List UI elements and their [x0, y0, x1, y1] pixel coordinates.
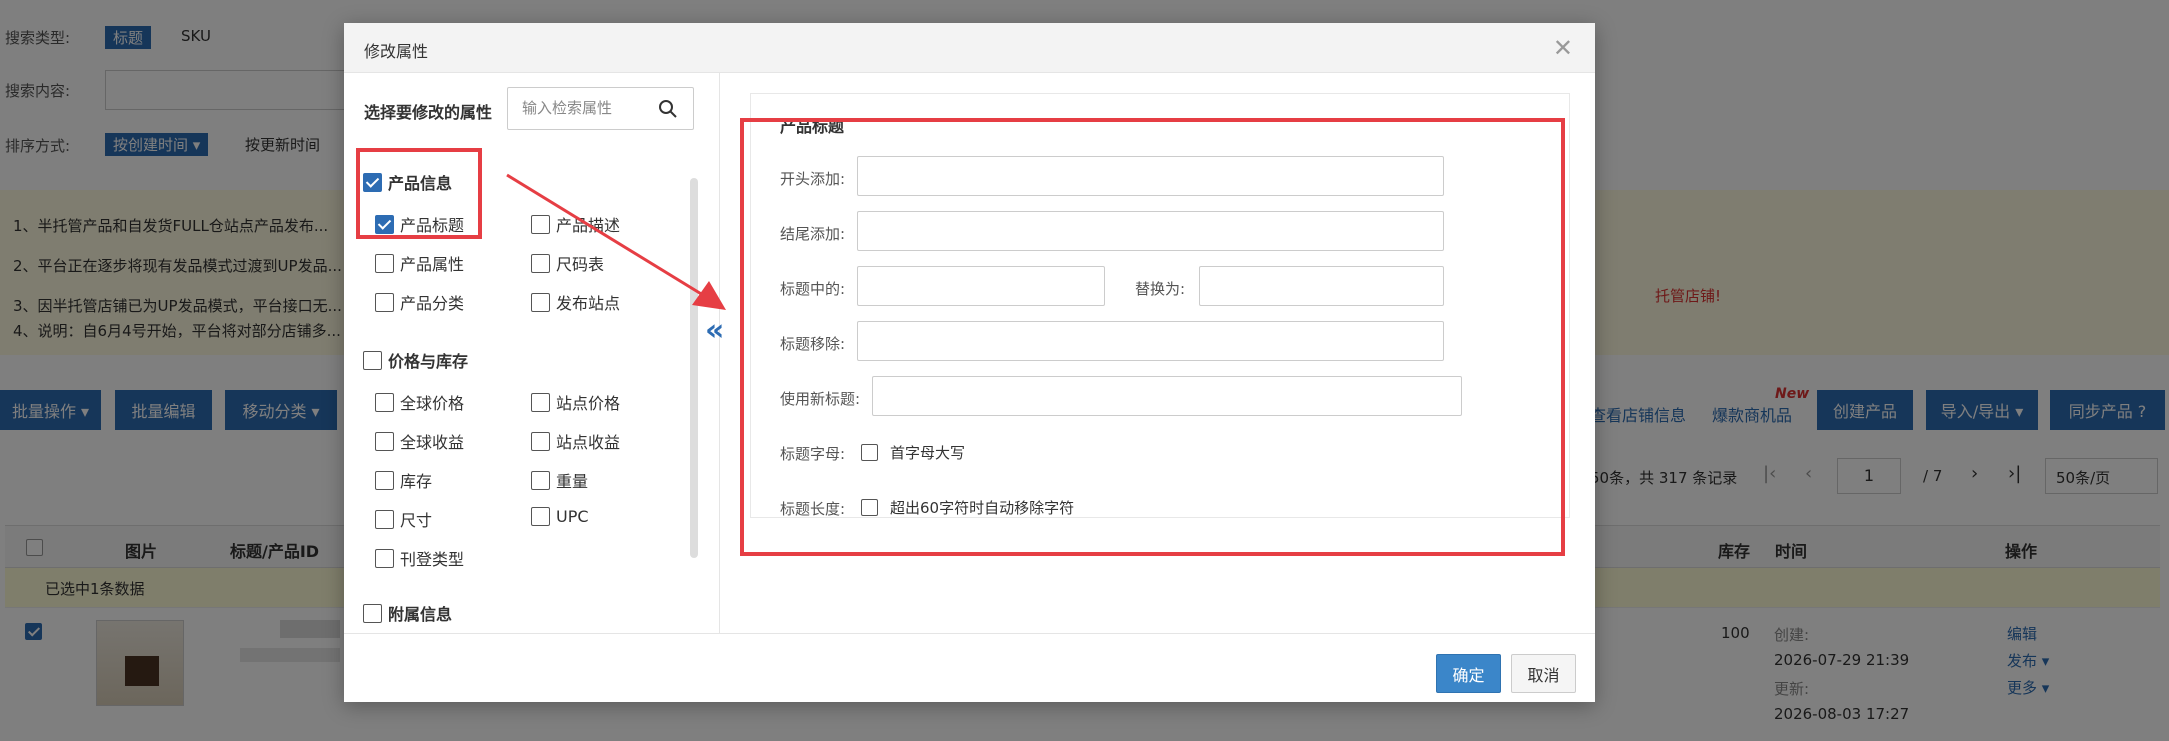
attribute-item-checkbox[interactable]: [375, 253, 394, 273]
attribute-item[interactable]: 重量: [531, 468, 588, 492]
attribute-item-label: 产品属性: [400, 255, 465, 274]
attribute-item[interactable]: 库存: [375, 468, 432, 492]
attribute-item-checkbox[interactable]: [531, 431, 550, 451]
attribute-item[interactable]: 尺码表: [531, 251, 604, 275]
attribute-item-checkbox[interactable]: [531, 214, 550, 234]
attribute-item-checkbox[interactable]: [375, 470, 394, 490]
attribute-group-label: 价格与库存: [388, 352, 469, 371]
highlight-box-product-info: [356, 148, 482, 239]
attribute-item-label: 库存: [400, 472, 433, 491]
attribute-item-checkbox[interactable]: [375, 431, 394, 451]
attribute-list-scrollbar[interactable]: [690, 178, 698, 558]
attribute-editor-pane: « 产品标题 开头添加: 结尾添加: 标题中的: 替换为: 标题移除: 使用新标…: [705, 73, 1595, 633]
attribute-group-checkbox[interactable]: [363, 350, 382, 370]
attribute-item-label: 全球价格: [400, 394, 465, 413]
attribute-search: [507, 87, 694, 130]
attribute-item[interactable]: 发布站点: [531, 290, 620, 314]
attribute-item-label: 站点收益: [556, 433, 621, 452]
attribute-item[interactable]: UPC: [531, 507, 589, 526]
attribute-item[interactable]: 站点收益: [531, 429, 620, 453]
attribute-group-checkbox[interactable]: [363, 603, 382, 623]
attribute-item-checkbox[interactable]: [531, 253, 550, 273]
attribute-item-checkbox[interactable]: [375, 292, 394, 312]
confirm-button[interactable]: 确定: [1436, 654, 1501, 693]
edit-attributes-modal: 修改属性 ✕ 选择要修改的属性 产品信息产品标题产品描述产品属性尺码表产品分类发…: [344, 23, 1595, 702]
attribute-item-checkbox[interactable]: [531, 292, 550, 312]
attribute-item-label: 产品分类: [400, 294, 465, 313]
attribute-item[interactable]: 产品描述: [531, 212, 620, 236]
attribute-item-checkbox[interactable]: [375, 548, 394, 568]
attribute-item[interactable]: 尺寸: [375, 507, 432, 531]
attribute-item[interactable]: 产品分类: [375, 290, 464, 314]
attribute-item-label: 产品描述: [556, 216, 621, 235]
attribute-item-label: 尺码表: [556, 255, 605, 274]
attribute-item-checkbox[interactable]: [531, 392, 550, 412]
search-icon[interactable]: [658, 99, 678, 119]
attribute-item-label: UPC: [556, 507, 589, 526]
attribute-item-label: 尺寸: [400, 511, 433, 530]
attribute-item-label: 刊登类型: [400, 550, 465, 569]
attribute-item-label: 全球收益: [400, 433, 465, 452]
attribute-item-label: 发布站点: [556, 294, 621, 313]
attribute-item[interactable]: 站点价格: [531, 390, 620, 414]
attribute-item-checkbox[interactable]: [531, 470, 550, 490]
cancel-button[interactable]: 取消: [1511, 654, 1576, 693]
select-attributes-label: 选择要修改的属性: [364, 103, 493, 122]
highlight-box-form: [740, 118, 1565, 556]
modal-footer: 确定 取消: [344, 633, 1595, 702]
attribute-item[interactable]: 产品属性: [375, 251, 464, 275]
close-icon[interactable]: ✕: [1553, 34, 1573, 62]
attribute-group-2[interactable]: 附属信息: [363, 601, 452, 625]
attribute-search-input[interactable]: [508, 88, 648, 129]
attribute-selector-pane: 选择要修改的属性 产品信息产品标题产品描述产品属性尺码表产品分类发布站点价格与库…: [344, 73, 720, 633]
attribute-item-checkbox[interactable]: [375, 509, 394, 529]
attribute-item[interactable]: 全球收益: [375, 429, 464, 453]
attribute-item-label: 重量: [556, 472, 589, 491]
attribute-item-label: 站点价格: [556, 394, 621, 413]
collapse-icon[interactable]: «: [705, 316, 724, 346]
modal-title: 修改属性: [364, 42, 429, 61]
modal-header: 修改属性 ✕: [344, 23, 1595, 73]
attribute-item[interactable]: 刊登类型: [375, 546, 464, 570]
attribute-item-checkbox[interactable]: [531, 507, 550, 526]
attribute-group-label: 附属信息: [388, 605, 453, 624]
attribute-item-checkbox[interactable]: [375, 392, 394, 412]
attribute-group-1[interactable]: 价格与库存: [363, 348, 468, 372]
attribute-item[interactable]: 全球价格: [375, 390, 464, 414]
